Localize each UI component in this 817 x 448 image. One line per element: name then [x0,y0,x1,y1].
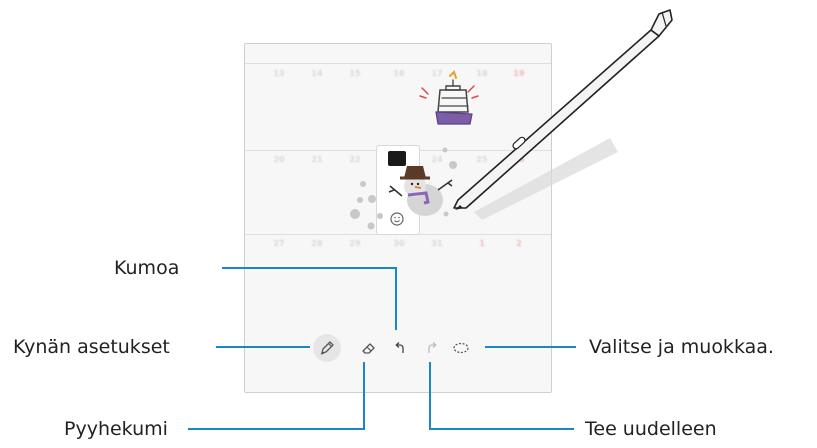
overlay-drawings [188,9,673,430]
eraser-callout-line [188,362,365,430]
redo-callout-line [429,362,574,430]
undo-callout-line [222,267,397,330]
s-pen-stylus [453,9,673,210]
illustration: 13 14 15 16 17 18 19 20 21 22 23 24 25 2… [0,0,817,448]
snowman-doodle [388,166,453,216]
eraser-label: Pyyhekumi [64,418,168,440]
undo-label: Kumoa [114,257,180,279]
selection-label: Valitse ja muokkaa. [589,336,774,358]
cake-doodle [419,70,479,125]
sticker-thumbnail [388,151,406,166]
pen-settings-label: Kynän asetukset [13,336,170,358]
smiley-icon [390,212,404,226]
redo-label: Tee uudelleen [585,418,717,440]
callout-lines [188,267,576,430]
